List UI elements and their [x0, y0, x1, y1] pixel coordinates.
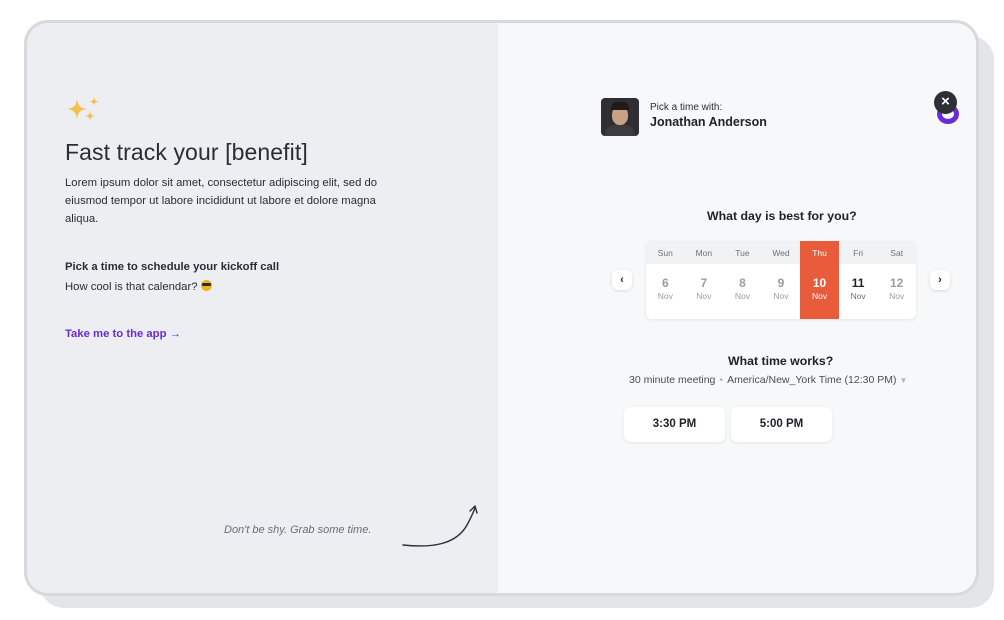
day-number: 11 — [851, 276, 865, 290]
timezone-selector[interactable]: America/New_York Time (12:30 PM) — [727, 374, 896, 386]
weekday-label: Mon — [695, 248, 713, 258]
close-button[interactable]: × — [934, 91, 957, 114]
day-month: Nov — [696, 291, 712, 301]
weekday-label: Fri — [853, 248, 864, 258]
day-month: Nov — [657, 291, 673, 301]
previous-week-button[interactable]: ‹ — [612, 270, 632, 290]
meeting-meta: 30 minute meeting • America/New_York Time … — [629, 374, 907, 386]
host-avatar — [601, 98, 639, 136]
week-calendar: Sun 6 Nov Mon 7 Nov Tue 8 Nov Wed 9 Nov … — [646, 241, 916, 319]
day-number: 10 — [812, 276, 827, 290]
day-number: 9 — [777, 276, 785, 290]
avatar-hair — [611, 102, 629, 110]
day-cell-tue: Tue 8 Nov — [723, 241, 762, 319]
take-me-to-app-link[interactable]: Take me to the app → — [65, 328, 181, 340]
day-month: Nov — [734, 291, 750, 301]
grab-time-note: Don't be shy. Grab some time. — [224, 524, 372, 536]
day-number: 7 — [700, 276, 708, 290]
time-slot-button[interactable]: 5:00 PM — [731, 407, 832, 442]
separator-dot: • — [719, 374, 724, 386]
weekday-label: Wed — [772, 248, 790, 258]
scheduler-panel: Pick a time with: Jonathan Anderson × Wh… — [498, 23, 976, 593]
day-month: Nov — [850, 291, 866, 301]
host-name: Jonathan Anderson — [650, 115, 767, 129]
avatar-body — [605, 125, 635, 136]
day-cell-wed: Wed 9 Nov — [762, 241, 801, 319]
day-question: What day is best for you? — [707, 209, 857, 223]
day-cell-sat: Sat 12 Nov — [877, 241, 916, 319]
weekday-label: Tue — [735, 248, 750, 258]
description-text: Lorem ipsum dolor sit amet, consectetur … — [65, 177, 378, 225]
day-month: Nov — [811, 291, 828, 301]
sunglasses-emoji-icon — [200, 280, 212, 291]
day-cell-mon: Mon 7 Nov — [685, 241, 724, 319]
meeting-duration: 30 minute meeting — [629, 374, 716, 386]
weekday-label: Sun — [657, 248, 673, 258]
weekday-label: Thu — [812, 248, 827, 258]
day-cell-sun: Sun 6 Nov — [646, 241, 685, 319]
page-title: Fast track your [benefit] — [65, 139, 308, 165]
day-number: 8 — [739, 276, 746, 290]
host-label: Pick a time with: — [650, 102, 723, 113]
weekday-label: Sat — [890, 248, 904, 258]
chevron-down-icon[interactable]: ▼ — [900, 376, 908, 385]
scheduler-card: Fast track your [benefit] Lorem ipsum do… — [24, 20, 979, 596]
day-cell-fri[interactable]: Fri 11 Nov — [839, 241, 878, 319]
day-number: 6 — [661, 276, 669, 290]
day-month: Nov — [773, 291, 789, 301]
day-cell-thu[interactable]: Thu 10 Nov — [800, 241, 839, 319]
kickoff-call-heading: Pick a time to schedule your kickoff cal… — [65, 261, 280, 273]
day-month: Nov — [889, 291, 905, 301]
kickoff-subtext-label: How cool is that calendar? — [65, 281, 198, 293]
curved-arrow-icon — [402, 505, 478, 547]
sparkles-icon — [67, 97, 99, 121]
time-slot-button[interactable]: 3:30 PM — [624, 407, 725, 442]
kickoff-call-subtext: How cool is that calendar? — [65, 280, 212, 293]
day-number: 12 — [890, 276, 904, 290]
promo-panel: Fast track your [benefit] Lorem ipsum do… — [27, 23, 498, 593]
next-week-button[interactable]: › — [930, 270, 950, 290]
time-question: What time works? — [728, 354, 834, 368]
